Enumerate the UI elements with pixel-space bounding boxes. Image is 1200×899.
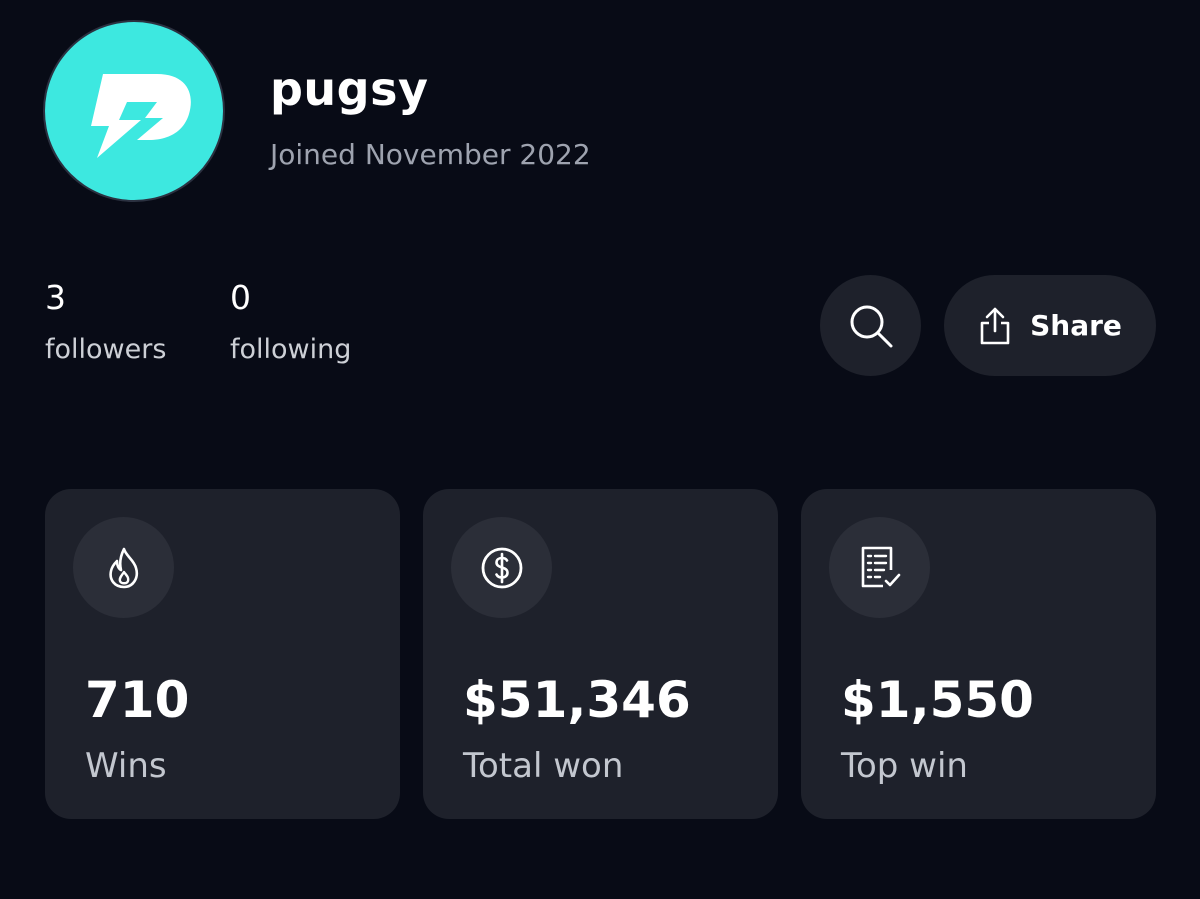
share-button[interactable]: Share — [944, 275, 1156, 376]
dollar-circle-icon — [481, 547, 522, 588]
stat-label: Top win — [841, 746, 968, 786]
search-icon — [850, 305, 892, 347]
brand-logo-icon — [91, 74, 191, 158]
followers-count: 3 — [45, 278, 66, 317]
stat-value: $51,346 — [463, 671, 691, 729]
search-button[interactable] — [820, 275, 921, 376]
avatar[interactable] — [45, 22, 223, 200]
stat-card-top-win: $1,550 Top win — [801, 489, 1156, 819]
stat-icon-container — [451, 517, 552, 618]
joined-date: Joined November 2022 — [270, 138, 591, 171]
stat-card-wins: 710 Wins — [45, 489, 400, 819]
username: pugsy — [270, 62, 429, 116]
checklist-icon — [861, 546, 900, 587]
following-count: 0 — [230, 278, 251, 317]
followers-stat[interactable]: 3 followers — [45, 276, 166, 368]
followers-label: followers — [45, 334, 167, 365]
stat-value: 710 — [85, 671, 190, 729]
flame-icon — [108, 547, 138, 588]
stat-icon-container — [73, 517, 174, 618]
share-label: Share — [1030, 309, 1122, 342]
stat-label: Total won — [463, 746, 624, 786]
share-icon — [978, 306, 1012, 346]
following-label: following — [230, 334, 352, 365]
stat-value: $1,550 — [841, 671, 1034, 729]
stat-card-total-won: $51,346 Total won — [423, 489, 778, 819]
stat-label: Wins — [85, 746, 167, 786]
following-stat[interactable]: 0 following — [230, 276, 351, 368]
stat-icon-container — [829, 517, 930, 618]
